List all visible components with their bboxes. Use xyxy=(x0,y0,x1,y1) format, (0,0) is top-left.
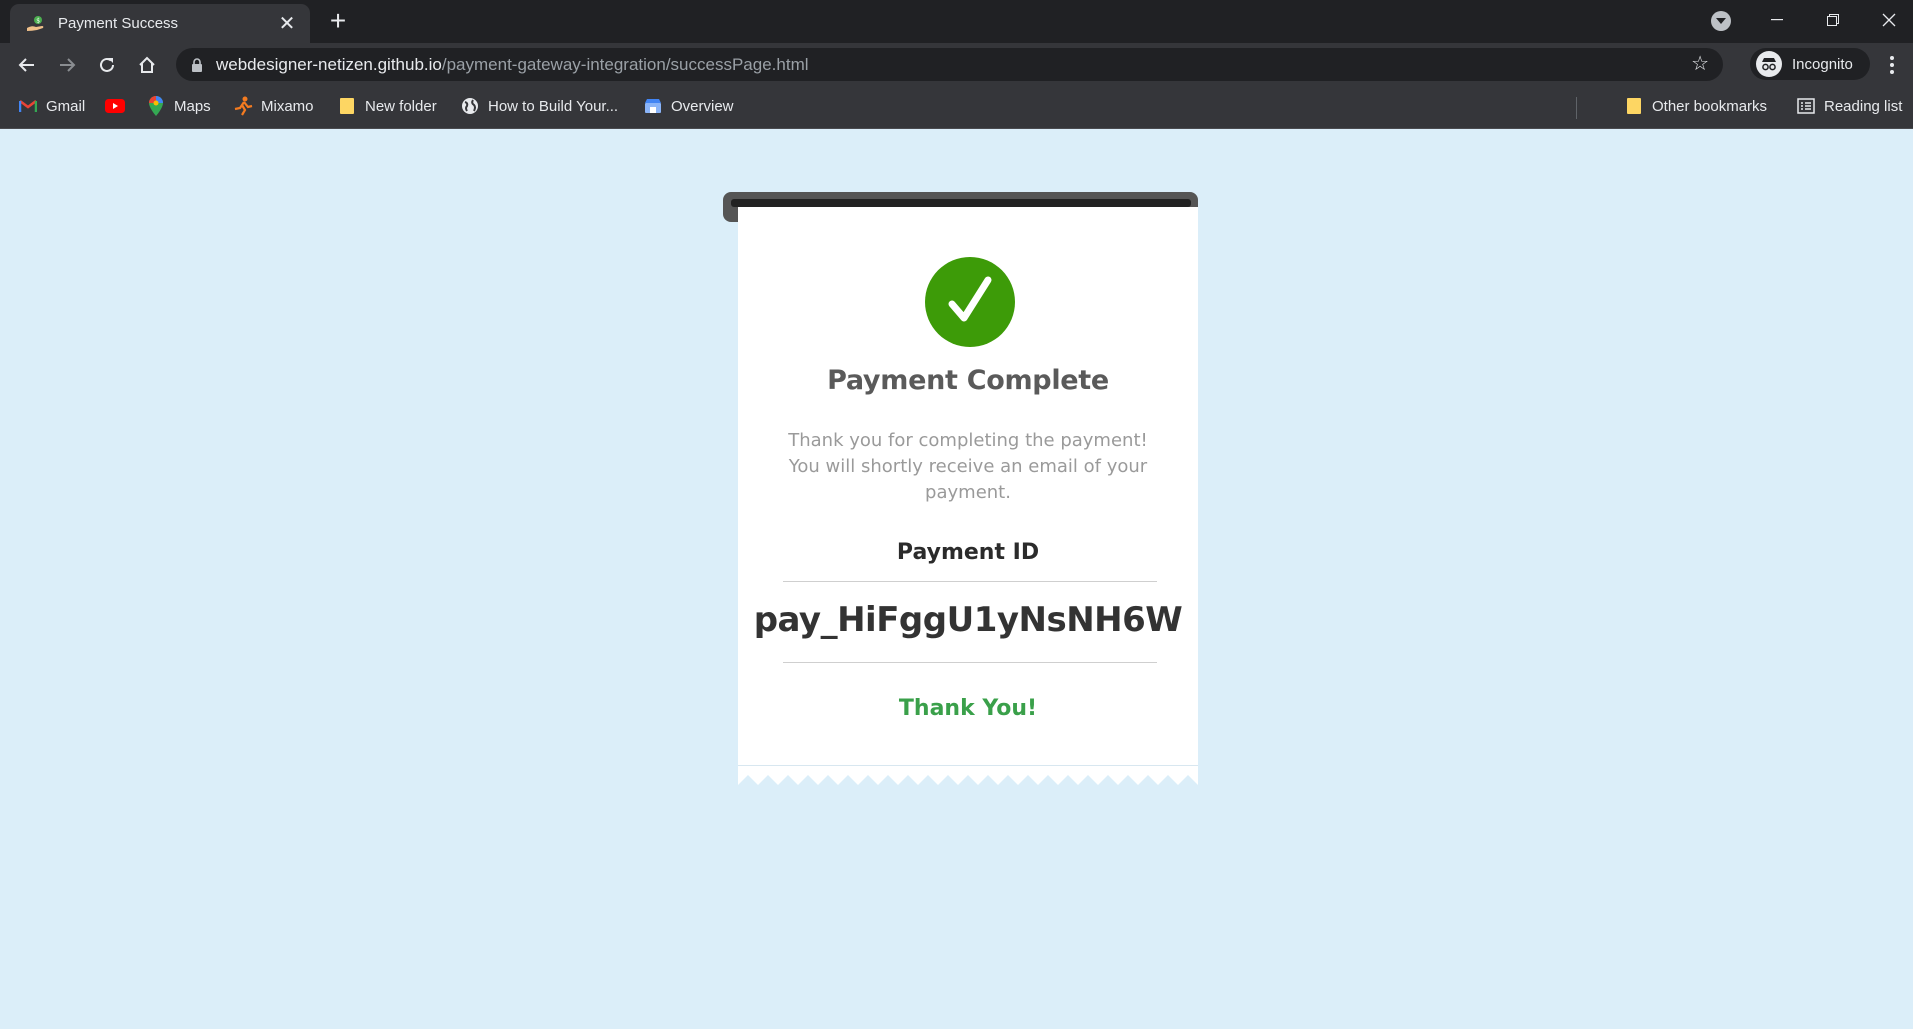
bookmark-label: How to Build Your... xyxy=(488,97,619,115)
tab-title: Payment Success xyxy=(58,15,179,32)
tab-search-icon[interactable] xyxy=(1711,11,1731,31)
overview-icon xyxy=(643,96,663,116)
payment-id-label: Payment ID xyxy=(896,540,1040,565)
bookmarks-bar: Gmail Maps Mixamo New folder How to Buil… xyxy=(0,85,1913,129)
url-path: /payment-gateway-integration/successPage… xyxy=(441,54,809,74)
address-bar[interactable]: webdesigner-netizen.github.io/payment-ga… xyxy=(176,48,1723,81)
forward-button[interactable] xyxy=(51,49,83,81)
bookmark-new-folder[interactable]: New folder xyxy=(337,95,437,117)
bookmark-star-icon[interactable]: ☆ xyxy=(1691,54,1709,74)
payment-hand-icon: $ xyxy=(24,12,48,36)
back-button[interactable] xyxy=(11,49,43,81)
profile-label: Incognito xyxy=(1792,55,1853,73)
svg-text:$: $ xyxy=(36,17,40,24)
reading-list-icon xyxy=(1796,96,1816,116)
home-button[interactable] xyxy=(131,49,163,81)
folder-icon xyxy=(337,96,357,116)
folder-icon xyxy=(1624,96,1644,116)
thank-you-text: Thank You! xyxy=(898,696,1038,721)
globe-icon xyxy=(460,96,480,116)
receipt-printer-opening xyxy=(731,199,1191,207)
mixamo-icon xyxy=(233,96,253,116)
bookmark-gmail[interactable]: Gmail xyxy=(18,95,85,117)
success-check-icon xyxy=(925,257,1015,347)
divider-top xyxy=(783,581,1157,582)
bookmark-label: Gmail xyxy=(46,97,86,115)
bookmark-overview[interactable]: Overview xyxy=(643,95,734,117)
close-icon[interactable]: ✕ xyxy=(276,14,298,34)
close-window-button[interactable] xyxy=(1869,6,1909,34)
other-bookmarks[interactable]: Other bookmarks xyxy=(1624,95,1767,117)
bookmark-mixamo[interactable]: Mixamo xyxy=(233,95,314,117)
browser-toolbar: webdesigner-netizen.github.io/payment-ga… xyxy=(0,43,1913,85)
payment-id-value: pay_HiFggU1yNsNH6W xyxy=(753,600,1183,640)
divider-bottom xyxy=(783,662,1157,663)
reading-list-label: Reading list xyxy=(1824,97,1903,115)
bookmark-youtube[interactable] xyxy=(105,95,133,117)
maps-icon xyxy=(146,96,166,116)
gmail-icon xyxy=(18,96,38,116)
tab-strip: $ Payment Success ✕ + xyxy=(0,0,1913,43)
profile-button[interactable]: Incognito xyxy=(1750,48,1870,80)
bookmark-label: Overview xyxy=(671,97,734,115)
bookmark-how-to-build[interactable]: How to Build Your... xyxy=(460,95,618,117)
bookmarks-separator xyxy=(1576,97,1577,119)
browser-menu-icon[interactable] xyxy=(1882,53,1902,77)
page-title: Payment Complete xyxy=(827,365,1109,396)
new-tab-button[interactable]: + xyxy=(322,6,354,38)
bookmark-label: New folder xyxy=(365,97,437,115)
bookmark-label: Maps xyxy=(174,97,211,115)
reload-button[interactable] xyxy=(91,49,123,81)
youtube-icon xyxy=(105,96,125,116)
bookmark-label: Mixamo xyxy=(261,97,314,115)
tab-payment-success[interactable]: $ Payment Success ✕ xyxy=(10,4,310,43)
lock-icon[interactable] xyxy=(190,57,204,72)
incognito-icon xyxy=(1756,51,1782,77)
url-text[interactable]: webdesigner-netizen.github.io/payment-ga… xyxy=(216,55,809,75)
confirmation-message: Thank you for completing the payment! Yo… xyxy=(788,430,1148,503)
bookmark-maps[interactable]: Maps xyxy=(146,95,211,117)
url-host: webdesigner-netizen.github.io xyxy=(216,54,442,74)
minimize-button[interactable] xyxy=(1757,6,1797,34)
reading-list[interactable]: Reading list xyxy=(1796,95,1902,117)
restore-button[interactable] xyxy=(1813,6,1853,34)
other-bookmarks-label: Other bookmarks xyxy=(1652,97,1768,115)
receipt-torn-edge xyxy=(738,765,1198,785)
